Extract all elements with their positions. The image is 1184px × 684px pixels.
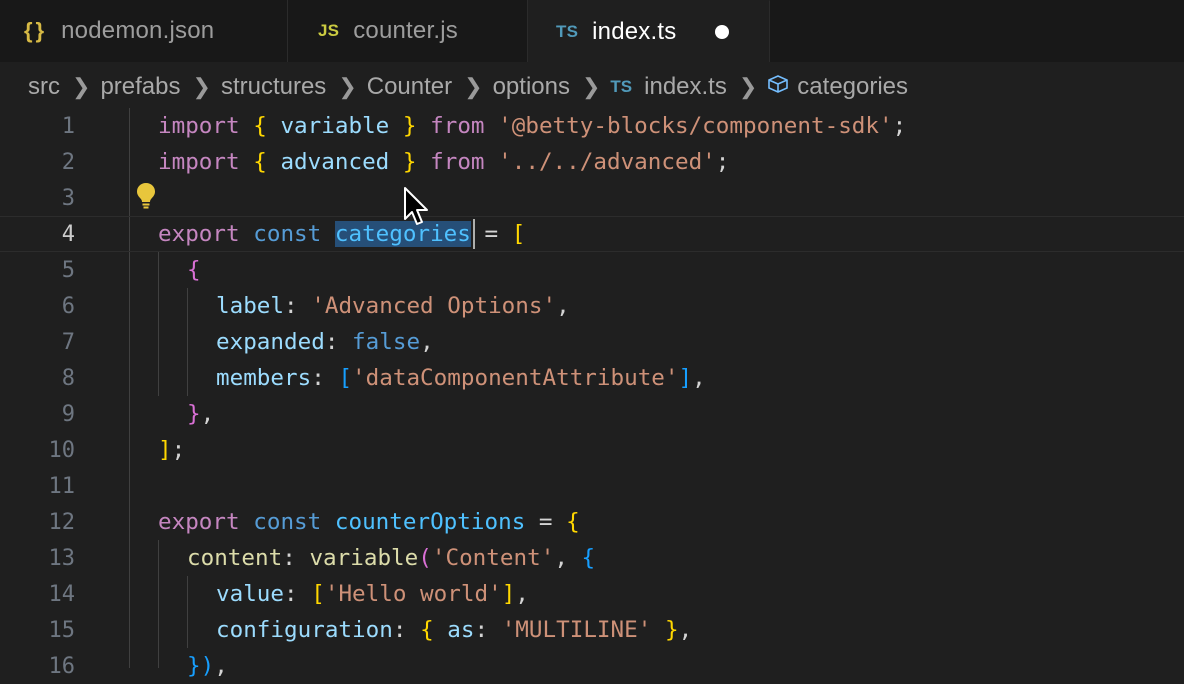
code-line[interactable]: 5 { (0, 252, 1184, 288)
chevron-right-icon: ❯ (738, 74, 758, 99)
code-editor[interactable]: 1 import { variable } from '@betty-block… (0, 108, 1184, 679)
code-line[interactable]: 9 }, (0, 396, 1184, 432)
code-text: ]; (158, 437, 186, 463)
line-number: 9 (61, 401, 75, 427)
line-number: 12 (48, 509, 76, 535)
code-line[interactable]: 16 }), (0, 648, 1184, 684)
breadcrumb-item[interactable]: src (28, 73, 60, 101)
code-line[interactable]: 7 expanded: false, (0, 324, 1184, 360)
tab-counter-js[interactable]: JS counter.js (288, 0, 528, 62)
chevron-right-icon: ❯ (464, 74, 483, 99)
breadcrumb-item[interactable]: Counter (367, 73, 452, 101)
chevron-right-icon: ❯ (192, 74, 211, 99)
ts-file-icon: TS (556, 21, 579, 41)
code-text: configuration: { as: 'MULTILINE' }, (216, 617, 693, 643)
line-number: 7 (61, 329, 75, 355)
code-text: { (187, 257, 201, 283)
variable-symbol-icon (767, 74, 789, 100)
code-line[interactable]: 10 ]; (0, 432, 1184, 468)
line-number: 14 (48, 581, 76, 607)
line-number: 15 (48, 617, 76, 643)
tab-bar: {} nodemon.json JS counter.js TS index.t… (0, 0, 1184, 62)
line-number: 11 (48, 473, 76, 499)
code-line[interactable]: 3 (0, 180, 1184, 216)
code-text: import { advanced } from '../../advanced… (158, 149, 730, 175)
line-number: 10 (48, 437, 76, 463)
code-line[interactable]: 2 import { advanced } from '../../advanc… (0, 144, 1184, 180)
code-text: value: ['Hello world'], (216, 581, 529, 607)
chevron-right-icon: ❯ (581, 74, 601, 99)
code-text: }), (187, 653, 228, 679)
breadcrumb-item[interactable]: index.ts (644, 73, 727, 101)
code-text: members: ['dataComponentAttribute'], (216, 365, 706, 391)
js-file-icon: JS (318, 21, 340, 40)
code-text: content: variable('Content', { (187, 545, 596, 571)
line-number: 6 (61, 293, 75, 319)
line-number: 13 (48, 545, 76, 571)
unsaved-dot-icon[interactable] (715, 24, 729, 39)
tab-nodemon-json[interactable]: {} nodemon.json (0, 0, 288, 62)
line-number: 5 (61, 257, 75, 283)
tab-label: index.ts (592, 17, 677, 45)
breadcrumb-item[interactable]: structures (221, 73, 326, 101)
line-number: 8 (61, 365, 75, 391)
tab-label: nodemon.json (61, 17, 215, 44)
line-number: 3 (61, 185, 75, 211)
code-line[interactable]: 1 import { variable } from '@betty-block… (0, 108, 1184, 144)
line-number: 4 (61, 221, 75, 247)
code-text: import { variable } from '@betty-blocks/… (158, 113, 907, 139)
code-line[interactable]: 13 content: variable('Content', { (0, 540, 1184, 576)
breadcrumb: src ❯ prefabs ❯ structures ❯ Counter ❯ o… (0, 62, 1184, 112)
breadcrumb-item[interactable]: categories (797, 73, 908, 101)
json-file-icon: {} (24, 18, 48, 43)
line-number: 1 (61, 113, 75, 139)
line-number: 16 (48, 653, 76, 679)
lightbulb-icon[interactable] (134, 181, 158, 209)
code-line-current[interactable]: 4 export const categories = [ (0, 216, 1184, 252)
line-number: 2 (61, 149, 75, 175)
chevron-right-icon: ❯ (72, 74, 91, 99)
code-text: expanded: false, (216, 329, 434, 355)
code-text: export const counterOptions = { (158, 509, 580, 535)
code-line[interactable]: 15 configuration: { as: 'MULTILINE' }, (0, 612, 1184, 648)
code-text: export const categories = [ (158, 221, 526, 247)
chevron-right-icon: ❯ (338, 74, 357, 99)
code-text: }, (187, 401, 215, 427)
tab-label: counter.js (353, 17, 458, 44)
code-text: label: 'Advanced Options', (216, 293, 570, 319)
code-line[interactable]: 14 value: ['Hello world'], (0, 576, 1184, 612)
breadcrumb-item[interactable]: prefabs (100, 73, 180, 101)
breadcrumb-item[interactable]: options (493, 73, 570, 101)
mouse-pointer-icon (404, 187, 428, 225)
text-caret (473, 219, 475, 249)
code-line[interactable]: 6 label: 'Advanced Options', (0, 288, 1184, 324)
code-line[interactable]: 8 members: ['dataComponentAttribute'], (0, 360, 1184, 396)
tab-index-ts[interactable]: TS index.ts (528, 0, 770, 62)
code-line[interactable]: 11 (0, 468, 1184, 504)
code-line[interactable]: 12 export const counterOptions = { (0, 504, 1184, 540)
ts-file-icon: TS (610, 77, 633, 96)
